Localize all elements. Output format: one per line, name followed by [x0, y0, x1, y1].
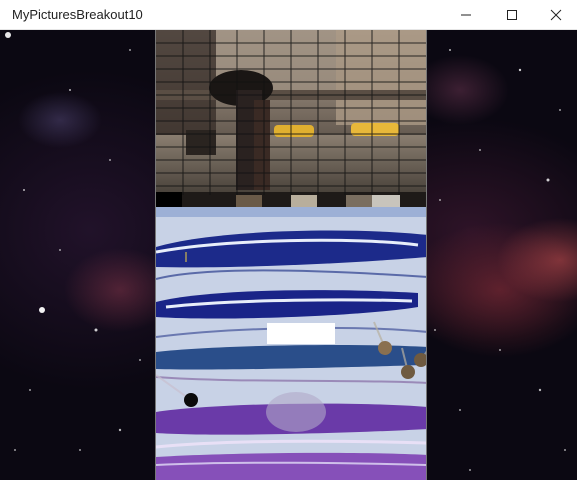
ball-black	[184, 393, 198, 407]
title-bar: MyPicturesBreakout10	[0, 0, 577, 30]
maximize-icon	[507, 10, 517, 20]
ball-brown-2	[401, 365, 415, 379]
game-playfield[interactable]	[155, 30, 427, 480]
close-button[interactable]	[533, 0, 577, 30]
minimize-icon	[461, 14, 471, 16]
maximize-button[interactable]	[489, 0, 535, 30]
ball-brown-1	[378, 341, 392, 355]
minimize-button[interactable]	[443, 0, 489, 30]
ball-brown-3	[414, 353, 426, 367]
window-title: MyPicturesBreakout10	[12, 7, 143, 22]
ball-layer	[156, 321, 426, 407]
close-icon	[550, 9, 562, 21]
